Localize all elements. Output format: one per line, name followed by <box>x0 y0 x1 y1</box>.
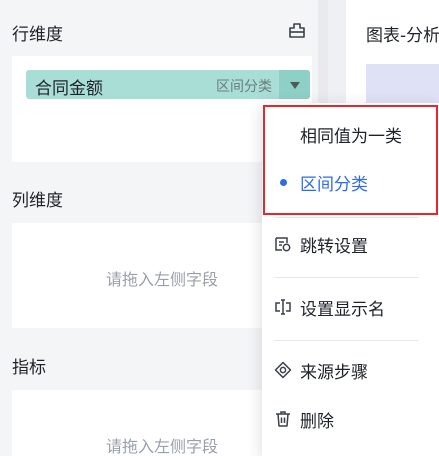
chip-field-name: 合同金额 <box>35 79 103 99</box>
chart-panel-title: 图表-分析 <box>366 26 439 46</box>
menu-item-label: 跳转设置 <box>300 237 368 257</box>
pin-icon[interactable] <box>287 21 307 41</box>
menu-item-label: 删除 <box>300 412 334 432</box>
menu-item-delete[interactable]: 删除 <box>262 399 439 439</box>
highlight-box <box>263 105 438 215</box>
menu-item-label: 设置显示名 <box>300 300 385 320</box>
source-step-icon <box>274 361 292 379</box>
caret-down-icon <box>289 75 300 94</box>
menu-divider <box>274 277 419 278</box>
menu-item-label: 来源步骤 <box>300 363 368 383</box>
chip-dropdown-button[interactable] <box>279 70 310 99</box>
column-dimension-title: 列维度 <box>12 191 63 211</box>
metrics-title: 指标 <box>12 358 46 378</box>
menu-item-source-step[interactable]: 来源步骤 <box>262 350 439 390</box>
row-dimension-title: 行维度 <box>12 25 63 45</box>
menu-divider <box>274 340 419 341</box>
rename-icon <box>274 298 292 316</box>
menu-item-jump-settings[interactable]: 跳转设置 <box>262 224 439 264</box>
trash-icon <box>274 410 292 428</box>
menu-item-set-display-name[interactable]: 设置显示名 <box>262 287 439 327</box>
field-chip-contract-amount[interactable]: 合同金额 区间分类 <box>26 70 310 99</box>
chip-group-tag: 区间分类 <box>216 79 272 95</box>
jump-link-icon <box>274 235 292 253</box>
menu-divider <box>274 217 419 218</box>
